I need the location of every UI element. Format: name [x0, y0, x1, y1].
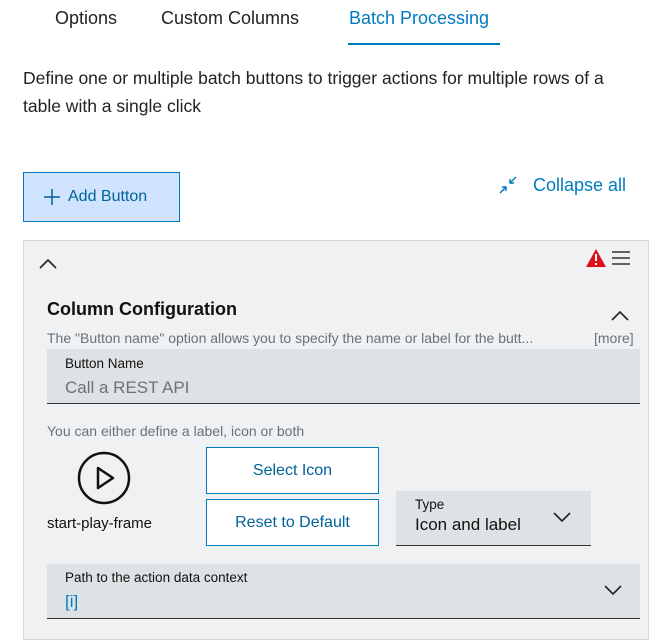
- icon-hint: You can either define a label, icon or b…: [47, 423, 305, 439]
- button-name-field[interactable]: Button Name Call a REST API: [47, 349, 640, 404]
- icon-name-label: start-play-frame: [47, 515, 153, 532]
- tab-options[interactable]: Options: [55, 8, 117, 29]
- tab-custom-columns[interactable]: Custom Columns: [161, 8, 299, 29]
- path-value: [i]: [65, 592, 79, 611]
- plus-icon: [44, 189, 60, 205]
- active-tab-indicator: [348, 43, 500, 45]
- type-label: Type: [415, 497, 445, 512]
- collapse-all-button[interactable]: Collapse all: [498, 172, 626, 198]
- batch-button-panel: Column Configuration The "Button name" o…: [23, 240, 649, 640]
- menu-icon[interactable]: [612, 251, 630, 265]
- collapse-all-label: Collapse all: [533, 174, 627, 195]
- button-name-label: Button Name: [65, 356, 144, 371]
- path-label: Path to the action data context: [65, 570, 248, 585]
- action-data-context-select[interactable]: Path to the action data context [i]: [47, 564, 640, 619]
- add-button[interactable]: Add Button: [23, 172, 180, 222]
- batch-description: Define one or multiple batch buttons to …: [23, 68, 604, 116]
- section-title: Column Configuration: [47, 299, 237, 319]
- add-button-label: Add Button: [68, 188, 148, 205]
- collapse-icon: [499, 176, 517, 194]
- chevron-up-icon[interactable]: [611, 309, 629, 321]
- start-play-frame-icon: [77, 451, 131, 505]
- button-name-hint: The "Button name" option allows you to s…: [47, 330, 534, 346]
- select-icon-button[interactable]: Select Icon: [206, 447, 379, 494]
- more-link[interactable]: [more]: [594, 330, 634, 346]
- tab-bar: Options Custom Columns Batch Processing: [0, 0, 669, 46]
- reset-to-default-button[interactable]: Reset to Default: [206, 499, 379, 546]
- button-name-input[interactable]: Call a REST API: [65, 378, 189, 398]
- type-select[interactable]: Type Icon and label: [396, 491, 591, 546]
- tab-batch-processing[interactable]: Batch Processing: [349, 8, 489, 29]
- warning-icon: [586, 249, 606, 267]
- type-value: Icon and label: [415, 515, 521, 534]
- chevron-up-icon[interactable]: [39, 257, 57, 269]
- chevron-down-icon: [553, 512, 571, 523]
- chevron-down-icon: [604, 585, 622, 596]
